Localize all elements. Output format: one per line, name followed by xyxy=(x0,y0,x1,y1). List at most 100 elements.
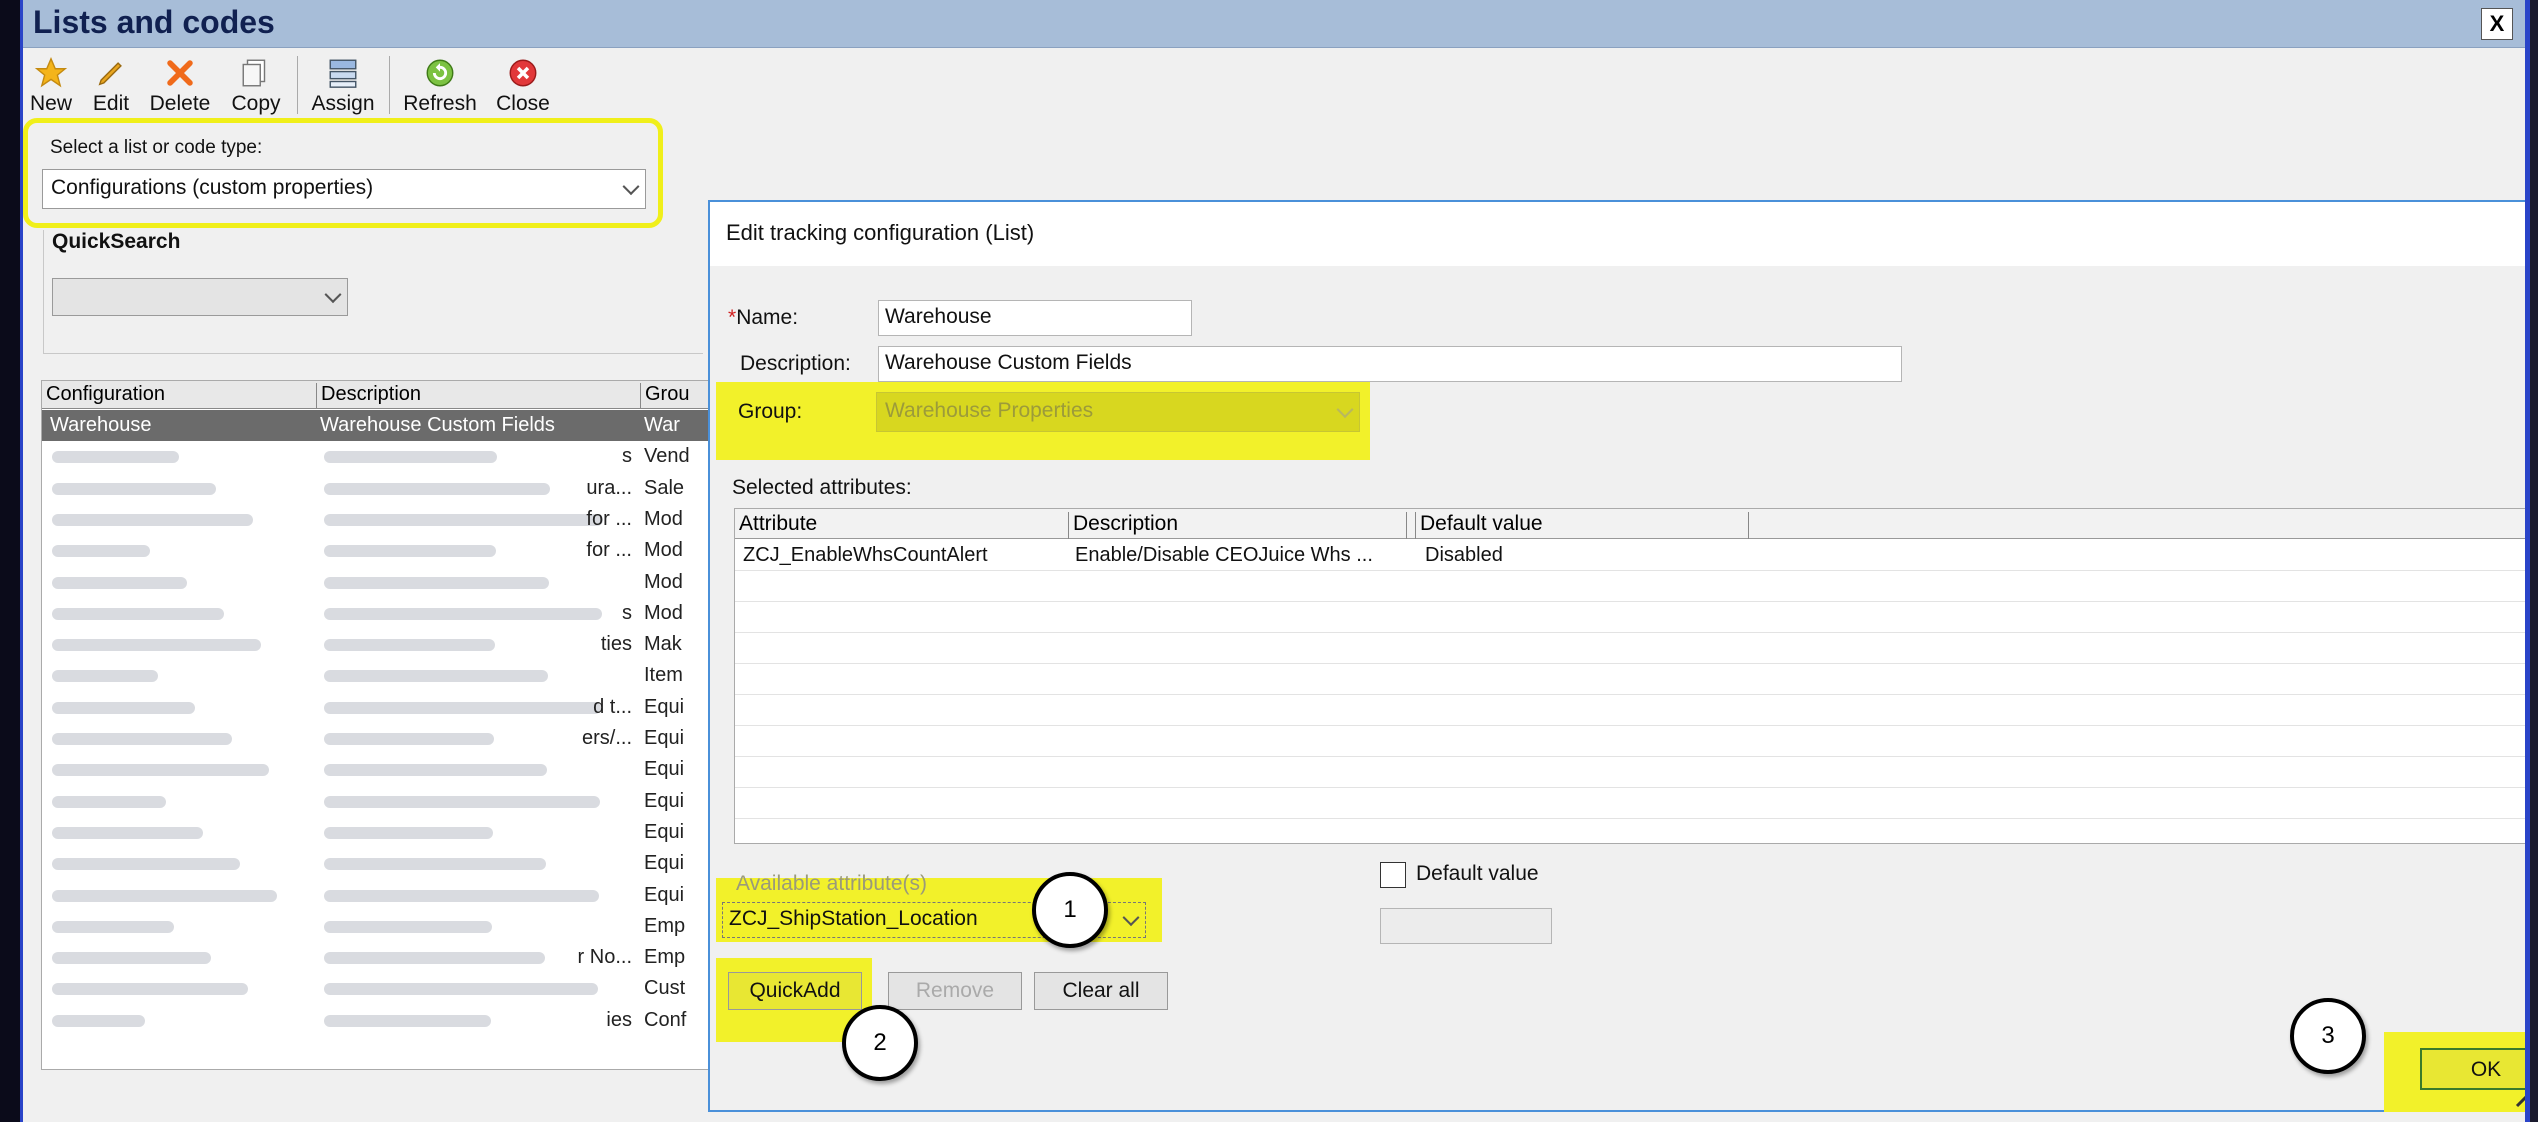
chevron-down-icon xyxy=(1122,909,1140,927)
attribute-row[interactable] xyxy=(735,602,2525,633)
redacted-value xyxy=(52,482,216,495)
attribute-row[interactable] xyxy=(735,571,2525,602)
list-item[interactable]: ers/... Equi xyxy=(42,723,720,754)
name-label: *Name: xyxy=(728,306,798,330)
redacted-value xyxy=(324,795,600,808)
attribute-row[interactable] xyxy=(735,664,2525,695)
list-item[interactable]: Cust xyxy=(42,973,720,1004)
redacted-value xyxy=(52,764,269,777)
toolbar-separator xyxy=(389,56,390,114)
remove-button[interactable]: Remove xyxy=(888,972,1022,1010)
list-item[interactable]: Equi xyxy=(42,817,720,848)
attribute-row[interactable] xyxy=(735,819,2525,843)
list-item[interactable]: s Mod xyxy=(42,598,720,629)
list-type-label: Select a list or code type: xyxy=(50,137,263,158)
delete-x-icon xyxy=(145,54,215,92)
list-item[interactable]: for ... Mod xyxy=(42,504,720,535)
column-header-group[interactable]: Grou xyxy=(640,383,689,409)
redacted-value xyxy=(324,858,546,871)
redacted-value xyxy=(324,952,545,965)
available-attributes-label: Available attribute(s) xyxy=(736,872,928,895)
refresh-button[interactable]: Refresh xyxy=(399,54,481,116)
list-item[interactable]: Equi xyxy=(42,786,720,817)
description-cell: for ... xyxy=(586,507,632,530)
list-item[interactable]: ties Mak xyxy=(42,629,720,660)
list-item[interactable]: Equi xyxy=(42,880,720,911)
list-item[interactable]: Equi xyxy=(42,848,720,879)
redacted-value xyxy=(324,545,496,558)
column-header-attribute[interactable]: Attribute xyxy=(735,512,1069,539)
redacted-value xyxy=(324,482,550,495)
quicksearch-label: QuickSearch xyxy=(52,230,181,253)
list-item[interactable]: d t... Equi xyxy=(42,692,720,723)
redacted-value xyxy=(52,639,261,652)
close-button[interactable]: Close xyxy=(491,54,555,116)
name-input[interactable]: Warehouse xyxy=(878,300,1192,336)
redacted-value xyxy=(52,858,240,871)
description-cell: ties xyxy=(600,633,632,656)
description-cell: d t... xyxy=(593,695,632,718)
list-item[interactable]: ura... Sale xyxy=(42,473,720,504)
chevron-down-icon xyxy=(622,178,640,196)
chevron-down-icon xyxy=(1336,401,1354,419)
attribute-row[interactable] xyxy=(735,757,2525,788)
redacted-value xyxy=(324,733,494,745)
group-label: Group: xyxy=(738,400,803,423)
group-dropdown[interactable]: Warehouse Properties xyxy=(876,392,1360,432)
redacted-value xyxy=(52,889,277,902)
list-item[interactable]: Emp xyxy=(42,911,720,942)
list-item[interactable]: s Vend xyxy=(42,441,720,472)
list-item[interactable]: for ... Mod xyxy=(42,535,720,566)
description-cell: s xyxy=(622,445,632,468)
redacted-value xyxy=(324,826,493,839)
star-icon xyxy=(25,54,77,92)
default-value-input[interactable] xyxy=(1380,908,1552,944)
list-item[interactable]: ies Conf xyxy=(42,1005,720,1036)
attribute-row[interactable] xyxy=(735,633,2525,664)
callout-2: 2 xyxy=(842,1005,918,1081)
redacted-value xyxy=(52,701,195,714)
resize-grip-icon[interactable] xyxy=(2515,1074,2525,1108)
clear-all-button[interactable]: Clear all xyxy=(1034,972,1168,1010)
column-header-description[interactable]: Description xyxy=(316,383,421,409)
new-button[interactable]: New xyxy=(25,54,77,116)
redacted-value xyxy=(324,670,548,683)
quicksearch-dropdown[interactable] xyxy=(52,278,348,316)
attribute-row[interactable] xyxy=(735,695,2525,726)
list-type-dropdown[interactable]: Configurations (custom properties) xyxy=(42,169,646,209)
selected-attributes-label: Selected attributes: xyxy=(732,476,912,499)
column-header-configuration[interactable]: Configuration xyxy=(42,383,165,409)
attribute-row[interactable] xyxy=(735,788,2525,819)
description-input[interactable]: Warehouse Custom Fields xyxy=(878,346,1902,382)
window-close-button[interactable]: X xyxy=(2481,8,2513,40)
default-value-checkbox[interactable] xyxy=(1380,862,1406,888)
list-type-value: Configurations (custom properties) xyxy=(51,176,374,199)
list-item[interactable]: Warehouse Warehouse Custom Fields War xyxy=(42,410,720,441)
dialog-title: Edit tracking configuration (List) xyxy=(710,202,2525,266)
required-mark: * xyxy=(728,306,737,329)
attributes-header: Attribute Description Default value xyxy=(735,509,2525,539)
copy-button[interactable]: Copy xyxy=(227,54,285,116)
redacted-value xyxy=(52,733,232,745)
redacted-value xyxy=(52,451,179,464)
assign-button[interactable]: Assign xyxy=(307,54,379,116)
column-header-attr-description[interactable]: Description xyxy=(1069,512,1407,539)
list-item[interactable]: Item xyxy=(42,660,720,691)
column-header-default-value[interactable]: Default value xyxy=(1415,512,1749,539)
attribute-row[interactable]: ZCJ_EnableWhsCountAlert Enable/Disable CE… xyxy=(735,540,2525,571)
redacted-value xyxy=(52,545,150,558)
description-cell: Warehouse Custom Fields xyxy=(320,414,555,436)
title-bar: Lists and codes X xyxy=(23,0,2525,48)
edit-button[interactable]: Edit xyxy=(89,54,133,116)
delete-button[interactable]: Delete xyxy=(145,54,215,116)
redacted-value xyxy=(324,983,598,996)
toolbar: New Edit Delete Copy Assign Refresh Clos… xyxy=(23,50,2525,118)
list-item[interactable]: Mod xyxy=(42,567,720,598)
list-item[interactable]: Equi xyxy=(42,754,720,785)
quickadd-button[interactable]: QuickAdd xyxy=(728,972,862,1010)
close-circle-icon xyxy=(491,54,555,92)
redacted-value xyxy=(324,1014,491,1027)
ok-button[interactable]: OK xyxy=(2420,1048,2525,1090)
attribute-row[interactable] xyxy=(735,726,2525,757)
list-item[interactable]: r No... Emp xyxy=(42,942,720,973)
